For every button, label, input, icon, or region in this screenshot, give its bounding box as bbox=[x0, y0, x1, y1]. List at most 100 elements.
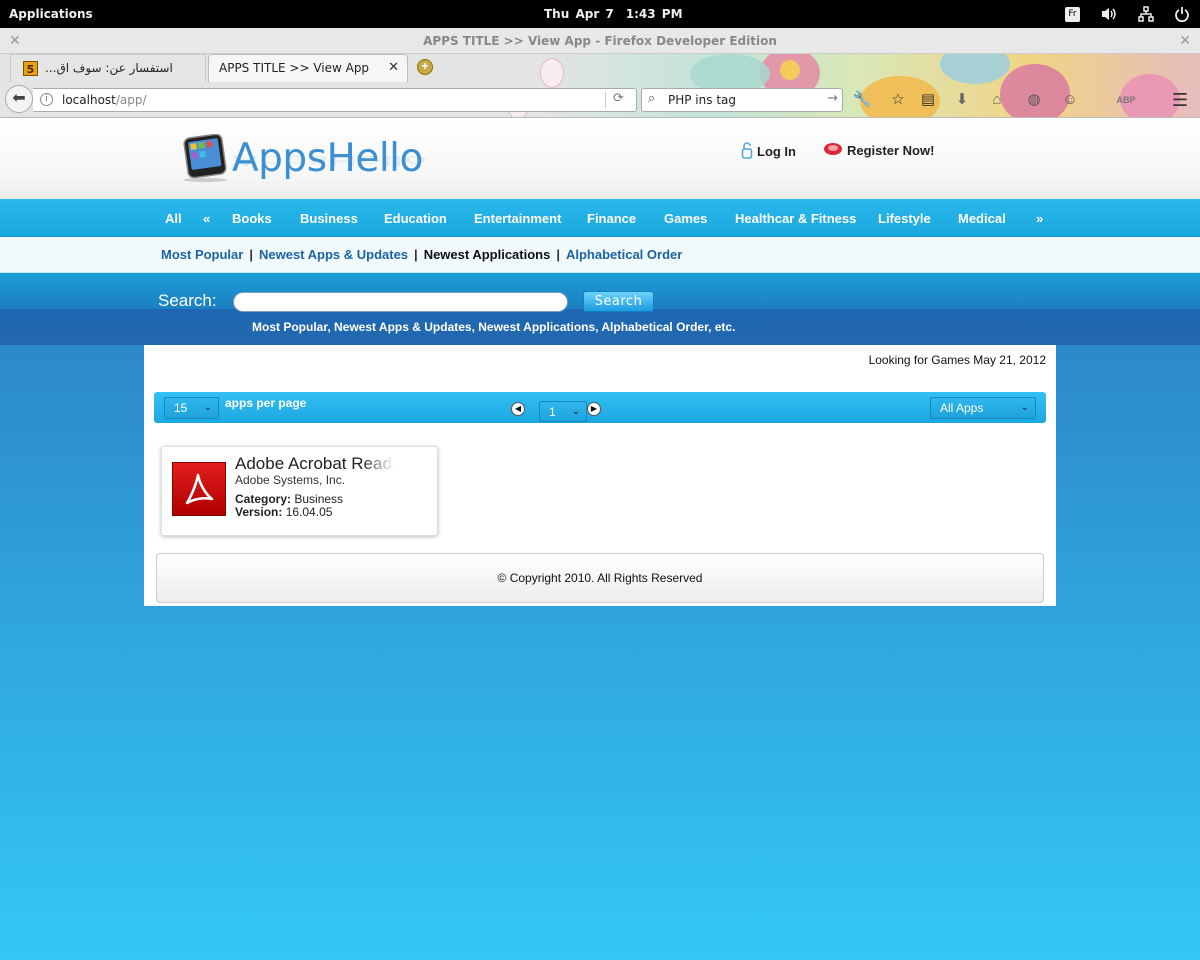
clock[interactable]: Thu Apr 7 1:43 PM bbox=[544, 7, 695, 21]
app-category: Business bbox=[294, 492, 344, 506]
category-next[interactable]: » bbox=[1036, 211, 1043, 226]
keyboard-layout-indicator[interactable]: Fr bbox=[1065, 6, 1080, 22]
sort-newest-updates[interactable]: Newest Apps & Updates bbox=[259, 247, 408, 262]
sort-most-popular[interactable]: Most Popular bbox=[161, 247, 243, 262]
search-icon: ⌕ bbox=[648, 91, 656, 106]
category-education[interactable]: Education bbox=[384, 211, 447, 226]
filter-select[interactable]: All Apps ⌄ bbox=[930, 397, 1036, 419]
web-page: AppsHello AppsHello Log In Register Now!… bbox=[0, 118, 1200, 960]
clock-time: 1:43 PM bbox=[625, 7, 683, 21]
sort-alphabetical[interactable]: Alphabetical Order bbox=[566, 247, 682, 262]
network-icon[interactable] bbox=[1138, 6, 1154, 22]
search-quick-links[interactable]: Most Popular, Newest Apps & Updates, New… bbox=[252, 320, 735, 334]
sort-separator: | bbox=[249, 247, 253, 262]
wrench-icon[interactable]: 🔧 bbox=[852, 90, 872, 110]
system-tray: Fr bbox=[1055, 0, 1200, 28]
category-business[interactable]: Business bbox=[300, 211, 358, 226]
search-go-icon[interactable]: → bbox=[827, 91, 838, 106]
url-path: /app/ bbox=[115, 93, 147, 107]
star-icon[interactable]: ☆ bbox=[888, 90, 908, 110]
navigation-toolbar: i localhost/app/ ⟳ ⬅ ⌕ PHP ins tag → 🔧 ☆… bbox=[0, 82, 1200, 118]
per-page-label: apps per page bbox=[225, 396, 307, 410]
home-icon[interactable]: ⌂ bbox=[987, 90, 1007, 110]
category-medical[interactable]: Medical bbox=[958, 211, 1006, 226]
app-name-fade bbox=[362, 453, 402, 477]
footer: © Copyright 2010. All Rights Reserved bbox=[156, 553, 1044, 603]
looking-for-text: Looking for Games May 21, 2012 bbox=[868, 353, 1046, 367]
sort-newest-applications[interactable]: Newest Applications bbox=[424, 247, 551, 262]
app-meta: Category: Business Version: 16.04.05 bbox=[235, 493, 343, 519]
category-finance[interactable]: Finance bbox=[587, 211, 636, 226]
search-band: Search: Search Most Popular, Newest Apps… bbox=[0, 273, 1200, 345]
menu-icon[interactable]: ☰ bbox=[1170, 90, 1190, 110]
power-icon[interactable] bbox=[1174, 6, 1190, 22]
filter-value: All Apps bbox=[940, 401, 984, 415]
next-page-button[interactable]: ▶ bbox=[587, 402, 601, 416]
volume-icon[interactable] bbox=[1100, 6, 1118, 22]
tab-label: استفسار عن: سوف اق... bbox=[45, 61, 173, 75]
search-bar[interactable]: ⌕ PHP ins tag → bbox=[641, 88, 843, 112]
pager-bar: 15 ⌄ apps per page ◀ 1 ⌄ ▶ All Apps ⌄ bbox=[154, 392, 1046, 423]
search-bar-text: PHP ins tag bbox=[668, 93, 736, 107]
category-nav: All « Books Business Education Entertain… bbox=[0, 199, 1200, 237]
register-icon bbox=[823, 141, 843, 160]
tab-active[interactable]: APPS TITLE >> View App ✕ bbox=[208, 54, 408, 82]
tab-strip: 5 استفسار عن: سوف اق... APPS TITLE >> Vi… bbox=[0, 54, 1200, 82]
info-icon[interactable]: i bbox=[40, 93, 53, 106]
globe-icon[interactable]: ◍ bbox=[1024, 90, 1044, 110]
login-label: Log In bbox=[757, 144, 796, 159]
url-host: localhost bbox=[62, 93, 116, 107]
category-lifestyle[interactable]: Lifestyle bbox=[878, 211, 931, 226]
site-search-button[interactable]: Search bbox=[583, 291, 654, 312]
reload-icon[interactable]: ⟳ bbox=[613, 91, 624, 106]
logo-reflection: AppsHello bbox=[232, 152, 428, 168]
sort-nav-row: Most Popular | Newest Apps & Updates | Newes… bbox=[161, 247, 682, 262]
window-close-icon-right[interactable]: ✕ bbox=[1179, 28, 1191, 53]
back-arrow-icon: ⬅ bbox=[12, 90, 26, 107]
acrobat-icon bbox=[172, 462, 226, 516]
category-healthcare[interactable]: Healthcar & Fitness bbox=[735, 211, 856, 226]
prev-page-button[interactable]: ◀ bbox=[511, 402, 525, 416]
system-top-bar: Applications Thu Apr 7 1:43 PM Fr bbox=[0, 0, 1200, 28]
page-select[interactable]: 1 ⌄ bbox=[539, 401, 587, 422]
category-games[interactable]: Games bbox=[664, 211, 707, 226]
login-link[interactable]: Log In bbox=[741, 141, 796, 162]
phone-logo-icon bbox=[183, 134, 227, 182]
lock-icon bbox=[741, 141, 753, 162]
per-page-select[interactable]: 15 ⌄ bbox=[164, 397, 219, 419]
window-title: APPS TITLE >> View App - Firefox Develop… bbox=[423, 34, 777, 48]
sort-nav: Most Popular | Newest Apps & Updates | Newes… bbox=[0, 237, 1200, 273]
content-panel: Looking for Games May 21, 2012 15 ⌄ apps… bbox=[144, 345, 1056, 606]
per-page-value: 15 bbox=[174, 401, 188, 415]
register-link[interactable]: Register Now! bbox=[823, 141, 934, 160]
tab-inactive[interactable]: 5 استفسار عن: سوف اق... bbox=[10, 54, 206, 82]
url-bar[interactable]: i localhost/app/ ⟳ bbox=[33, 88, 637, 112]
app-card[interactable]: Adobe Acrobat Reader Adobe Systems, Inc.… bbox=[161, 446, 438, 536]
register-label: Register Now! bbox=[847, 143, 935, 158]
category-prev[interactable]: « bbox=[203, 211, 210, 226]
clock-day: Thu Apr 7 bbox=[544, 7, 614, 21]
site-search-input[interactable] bbox=[233, 292, 568, 312]
category-entertainment[interactable]: Entertainment bbox=[474, 211, 561, 226]
back-button[interactable]: ⬅ bbox=[5, 85, 33, 113]
sort-separator: | bbox=[556, 247, 560, 262]
tab-favicon: 5 bbox=[23, 61, 38, 76]
chevron-down-icon: ⌄ bbox=[571, 406, 580, 417]
app-developer: Adobe Systems, Inc. bbox=[235, 473, 346, 487]
chevron-down-icon: ⌄ bbox=[1020, 402, 1029, 413]
chevron-down-icon: ⌄ bbox=[203, 402, 212, 413]
tab-close-icon[interactable]: ✕ bbox=[388, 55, 399, 81]
category-all[interactable]: All bbox=[165, 211, 182, 226]
tab-label: APPS TITLE >> View App bbox=[219, 61, 370, 75]
category-books[interactable]: Books bbox=[232, 211, 272, 226]
reader-icon[interactable]: ▤ bbox=[918, 90, 938, 110]
new-tab-button[interactable]: + bbox=[417, 59, 433, 75]
url-divider bbox=[605, 92, 606, 108]
applications-menu[interactable]: Applications bbox=[9, 7, 93, 21]
download-icon[interactable]: ⬇ bbox=[952, 90, 972, 110]
category-label: Category: bbox=[235, 492, 292, 506]
adblock-icon[interactable]: ABP bbox=[1116, 90, 1136, 110]
window-close-icon[interactable]: ✕ bbox=[9, 28, 21, 53]
smiley-icon[interactable]: ☺ bbox=[1060, 90, 1080, 110]
app-version: 16.04.05 bbox=[285, 505, 333, 519]
